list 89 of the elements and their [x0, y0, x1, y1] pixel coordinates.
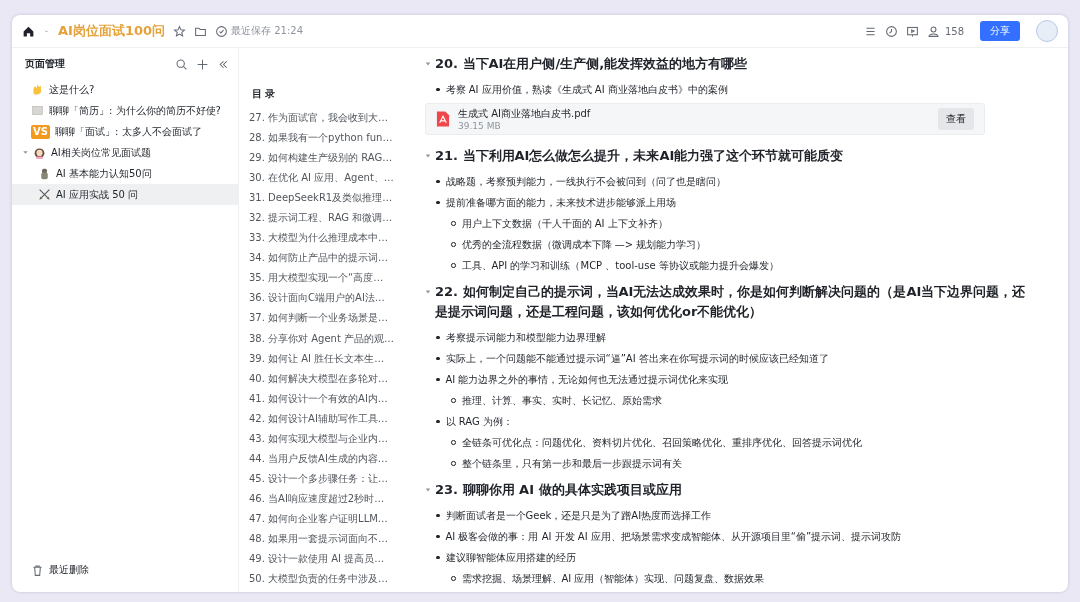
- bullet-text: 考察提示词能力和模型能力边界理解: [445, 331, 606, 345]
- toc-item[interactable]: 43. 如何实现大模型与企业内…: [239, 431, 405, 452]
- toc-item[interactable]: 34. 如何防止产品中的提示词…: [239, 251, 405, 272]
- pdf-icon: [436, 111, 450, 127]
- bullet-dot: [436, 179, 440, 184]
- bullet-text: 优秀的全流程数据（微调成本下降 —> 规划能力学习）: [461, 238, 707, 252]
- bullet-dot: [436, 419, 440, 424]
- bullet-dot: [436, 377, 440, 382]
- check-circle-icon: [215, 24, 229, 38]
- bullet-text: 判断面试者是一个Geek，还是只是为了蹭AI热度而选择工作: [445, 509, 712, 523]
- viewer-count: 158: [944, 25, 964, 37]
- search-icon[interactable]: [175, 57, 188, 71]
- caret-icon[interactable]: [425, 289, 431, 295]
- plus-icon[interactable]: [196, 57, 209, 71]
- sidebar-item[interactable]: 这是什么?: [12, 79, 238, 100]
- toc-item[interactable]: 31. DeepSeekR1及类似推理…: [239, 191, 405, 212]
- toc-item[interactable]: 45. 设计一个多步骤任务：让…: [239, 471, 405, 492]
- toc-item[interactable]: 39. 如何让 AI 胜任长文本生…: [239, 351, 405, 372]
- toc-item[interactable]: 49. 设计一款使用 AI 提高员…: [239, 552, 405, 573]
- toc-item[interactable]: 29. 如何构建生产级别的 RAG…: [239, 151, 405, 172]
- section-heading: 22. 如何制定自己的提示词，当AI无法达成效果时，你是如何判断解决问题的（是AI当下边界问题，还是提示词问题，还是工程问题，该如何优化or不能优化）: [435, 283, 1027, 321]
- share-button[interactable]: 分享: [980, 21, 1020, 41]
- bullet-text: 整个链条里，只有第一步和最后一步跟提示词有关: [461, 457, 682, 471]
- toc-item[interactable]: 44. 当用户反馈AI生成的内容…: [239, 451, 405, 472]
- bullet-text: 提前准备哪方面的能力，未来技术进步能够派上用场: [445, 196, 676, 210]
- toc-item[interactable]: 27. 作为面试官，我会收到大…: [239, 111, 405, 132]
- sidebar-item[interactable]: 聊聊「简历」: 为什么你的简历不好使?: [12, 100, 238, 121]
- sidebar-item[interactable]: VS 聊聊「面试」: 太多人不会面试了: [12, 121, 238, 142]
- toc-item[interactable]: 38. 分享你对 Agent 产品的观…: [239, 331, 405, 352]
- toc-item[interactable]: 32. 提示词工程、RAG 和微调…: [239, 211, 405, 232]
- trash-icon[interactable]: [31, 563, 44, 577]
- file-name: 生成式 AI商业落地白皮书.pdf: [458, 107, 592, 121]
- clock-icon[interactable]: [884, 24, 898, 38]
- bullet-text: 需求挖掘、场景理解、AI 应用（智能体）实现、问题复盘、数据效果: [461, 572, 765, 586]
- toc-item[interactable]: 36. 设计面向C端用户的AI法…: [239, 291, 405, 312]
- bullet-text: 用户上下文数据（千人千面的 AI 上下文补齐）: [461, 217, 668, 231]
- toc-item[interactable]: 42. 如何设计AI辅助写作工具…: [239, 411, 405, 432]
- save-status: 最近保存 21:24: [231, 24, 304, 38]
- toc-item[interactable]: 35. 用大模型实现一个“高度…: [239, 271, 405, 292]
- person-icon: [33, 146, 46, 159]
- toc-item[interactable]: 46. 当AI响应速度超过2秒时…: [239, 491, 405, 512]
- toc-item[interactable]: 30. 在优化 AI 应用、Agent、…: [239, 171, 405, 192]
- home-icon[interactable]: [22, 24, 35, 38]
- bullet-dot: [436, 356, 440, 361]
- sidebar-item[interactable]: AI相关岗位常见面试题: [12, 142, 238, 163]
- bullet-text: 推理、计算、事实、实时、长记忆、原始需求: [461, 394, 662, 408]
- toc-item[interactable]: 37. 如何判断一个业务场景是…: [239, 311, 405, 332]
- section-heading: 23. 聊聊你用 AI 做的具体实践项目或应用: [435, 481, 683, 499]
- bullet-text: 全链条可优化点：问题优化、资料切片优化、召回策略优化、重排序优化、回答提示词优化: [461, 436, 862, 450]
- toc-item[interactable]: 48. 如果用一套提示词面向不…: [239, 532, 405, 553]
- sidebar-item[interactable]: AI 基本能力认知50问: [12, 163, 238, 184]
- bullet-dot: [436, 335, 440, 340]
- view-button[interactable]: 查看: [938, 108, 974, 130]
- bullet-dot: [436, 200, 440, 205]
- bullet-text: 实际上，一个问题能不能通过提示词“逼”AI 答出来在你写提示词的时候应该已经知道了: [445, 352, 829, 366]
- bullet-text: AI 能力边界之外的事情，无论如何也无法通过提示词优化来实现: [445, 373, 729, 387]
- file-size: 39.15 MB: [458, 121, 502, 131]
- section-heading: 21. 当下利用AI怎么做怎么提升，未来AI能力强了这个环节就可能质变: [435, 147, 845, 165]
- bullet-text: 以 RAG 为例：: [445, 415, 513, 429]
- document-title: AI岗位面试100问: [58, 22, 166, 40]
- toc-item[interactable]: 50. 大模型负责的任务中涉及…: [239, 572, 405, 592]
- toc-title: 目 录: [251, 87, 277, 101]
- bullet-text: 战略题，考察预判能力，一线执行不会被问到（问了也是瞎问）: [445, 175, 726, 189]
- person-icon: [926, 24, 940, 38]
- bullet-text: 考察 AI 应用价值，熟读《生成式 AI 商业落地白皮书》中的案例: [445, 83, 728, 97]
- bullet-text: 工具、API 的学习和训练（MCP 、tool-use 等协议或能力提升会爆发）: [461, 259, 779, 273]
- bullet-dot: [436, 513, 440, 518]
- presentation-icon[interactable]: [905, 24, 919, 38]
- sidebar-item[interactable]: AI 应用实战 50 问: [12, 184, 238, 205]
- bullet-dot: [436, 534, 440, 539]
- crossed-swords-icon: [38, 188, 51, 201]
- toc-item[interactable]: 28. 如果我有一个python fun…: [239, 131, 405, 152]
- star-icon[interactable]: [173, 24, 187, 38]
- toc-item[interactable]: 33. 大模型为什么推理成本中…: [239, 231, 405, 252]
- toc-item[interactable]: 40. 如何解决大模型在多轮对…: [239, 371, 405, 392]
- caret-icon[interactable]: [425, 487, 431, 493]
- toc-item[interactable]: 41. 如何设计一个有效的AI内…: [239, 391, 405, 412]
- bullet-text: AI 极客会做的事：用 AI 开发 AI 应用、把场景需求变成智能体、从开源项目里“偷”提示词、提示词攻防: [445, 530, 902, 544]
- paper-icon: [31, 104, 44, 117]
- section-heading: 20. 当下AI在用户侧/生产侧,能发挥效益的地方有哪些: [435, 55, 749, 73]
- recently-deleted-link[interactable]: 最近删除: [49, 563, 89, 577]
- sidebar-title: 页面管理: [25, 57, 66, 71]
- bullet-dot: [436, 87, 440, 92]
- bullet-text: 建议聊智能体应用搭建的经历: [445, 551, 576, 565]
- caret-icon[interactable]: [425, 61, 431, 67]
- toc-item[interactable]: 47. 如何向企业客户证明LLM…: [239, 511, 405, 532]
- caret-icon[interactable]: [22, 149, 29, 156]
- bullet-dot: [436, 555, 440, 560]
- caret-icon[interactable]: [425, 153, 431, 159]
